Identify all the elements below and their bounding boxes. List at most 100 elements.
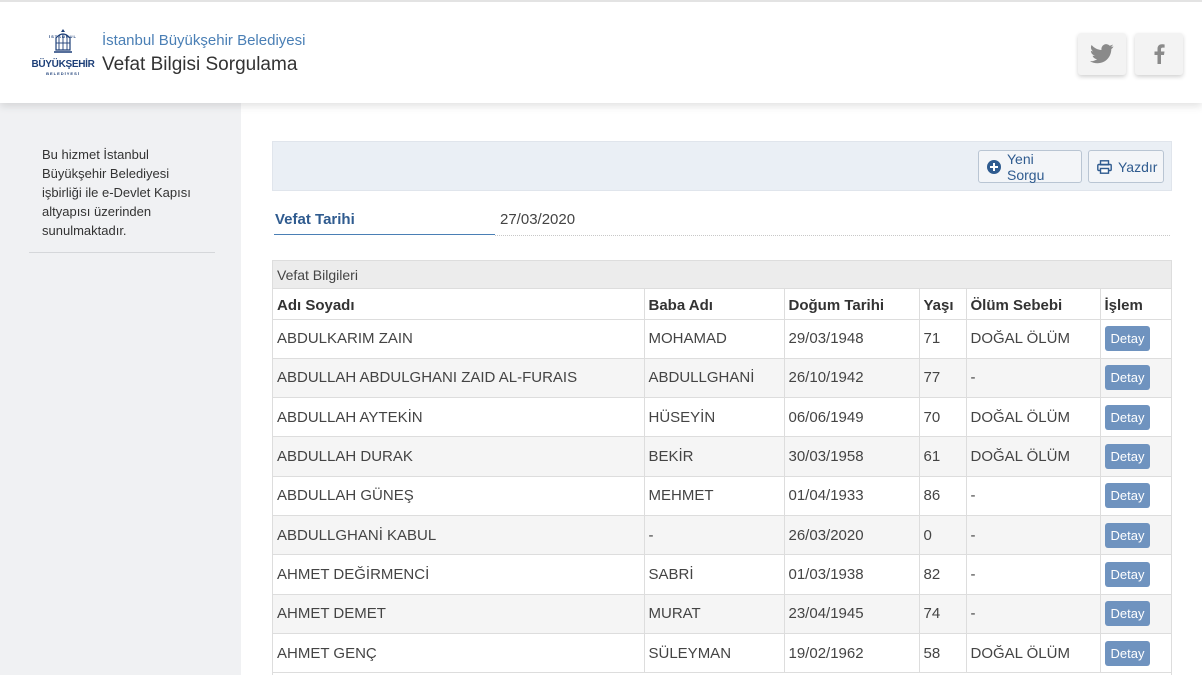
cell-name: AHMET DEMET xyxy=(273,594,645,634)
twitter-share-button[interactable] xyxy=(1078,33,1126,75)
cell-birth-date: 19/02/1962 xyxy=(784,633,920,674)
cell-cause: DOĞAL ÖLÜM xyxy=(966,633,1101,674)
detail-button[interactable]: Detay xyxy=(1104,326,1151,352)
cell-name: ABDULLAH ABDULGHANI ZAID AL-FURAIS xyxy=(273,358,645,399)
cell-cause: - xyxy=(966,515,1101,556)
detail-button[interactable]: Detay xyxy=(1104,561,1151,587)
cell-age: 74 xyxy=(919,594,967,634)
cell-name: ABDULLGHANİ KABUL xyxy=(273,515,645,556)
cell-age: 70 xyxy=(919,397,967,438)
cell-birth-date: 01/04/1933 xyxy=(784,476,920,516)
detail-button[interactable]: Detay xyxy=(1104,483,1151,509)
cell-cause: - xyxy=(966,358,1101,399)
organization-name: İstanbul Büyükşehir Belediyesi xyxy=(102,32,306,49)
cell-name: ABDULLAH GÜNEŞ xyxy=(273,476,645,516)
cell-birth-date: 26/03/2020 xyxy=(784,515,920,556)
cell-birth-date: 26/10/1942 xyxy=(784,358,920,399)
column-header-cause[interactable]: Ölüm Sebebi xyxy=(966,289,1101,320)
cell-cause: - xyxy=(966,594,1101,634)
cell-birth-date: 01/03/1938 xyxy=(784,554,920,595)
print-label: Yazdır xyxy=(1118,158,1158,175)
service-notice: Bu hizmet İstanbul Büyükşehir Belediyesi… xyxy=(42,147,191,238)
cell-cause: DOĞAL ÖLÜM xyxy=(966,436,1101,477)
main-content: Yeni Sorgu Yazdır Vefat Tarihi 27/03/202… xyxy=(241,103,1202,675)
logo-main-text: BÜYÜKŞEHİR xyxy=(31,59,95,70)
cell-age: 58 xyxy=(919,633,967,674)
new-query-label: Yeni Sorgu xyxy=(1007,150,1045,183)
cell-cause: - xyxy=(966,554,1101,595)
cell-name: ABDULLAH DURAK xyxy=(273,436,645,477)
table-row: ABDULLAH ABDULGHANI ZAID AL-FURAIS ABDUL… xyxy=(273,358,1171,399)
facebook-icon xyxy=(1154,44,1165,64)
printer-icon xyxy=(1097,159,1112,174)
cell-cause: DOĞAL ÖLÜM xyxy=(966,397,1101,438)
new-query-button[interactable]: Yeni Sorgu xyxy=(978,150,1082,183)
death-records-panel: Vefat Bilgileri Adı Soyadı Baba Adı Doğu… xyxy=(272,260,1172,675)
cell-father: SÜLEYMAN xyxy=(644,633,785,674)
cell-name: AHMET DEĞİRMENCİ xyxy=(273,554,645,595)
detail-button[interactable]: Detay xyxy=(1104,404,1151,430)
cell-name: AHMET GENÇ xyxy=(273,633,645,674)
cell-father: SABRİ xyxy=(644,554,785,595)
cell-action: Detay xyxy=(1100,397,1171,438)
table-row: AHMET GENÇ SÜLEYMAN 19/02/1962 58 DOĞAL … xyxy=(273,633,1171,674)
table-row: ABDULLGHANİ KABUL - 26/03/2020 0 - Detay xyxy=(273,515,1171,556)
column-header-father[interactable]: Baba Adı xyxy=(644,289,785,320)
cell-name: ABDULLAH AYTEKİN xyxy=(273,397,645,438)
cell-father: MEHMET xyxy=(644,476,785,516)
site-header: İSTANBUL BÜYÜKŞEHİR BELEDİYESİ İstanbul … xyxy=(0,0,1202,103)
print-button[interactable]: Yazdır xyxy=(1088,150,1164,183)
table-header-row: Adı Soyadı Baba Adı Doğum Tarihi Yaşı Öl… xyxy=(273,289,1171,320)
sidebar-divider xyxy=(29,252,215,253)
cell-father: HÜSEYİN xyxy=(644,397,785,438)
detail-button[interactable]: Detay xyxy=(1104,640,1151,666)
cell-age: 61 xyxy=(919,436,967,477)
twitter-icon xyxy=(1090,44,1114,64)
column-header-age[interactable]: Yaşı xyxy=(919,289,967,320)
death-date-divider xyxy=(495,235,1170,236)
cell-age: 0 xyxy=(919,515,967,556)
cell-action: Detay xyxy=(1100,515,1171,556)
cell-action: Detay xyxy=(1100,554,1171,595)
cell-action: Detay xyxy=(1100,633,1171,674)
cell-name: ABDULKARIM ZAIN xyxy=(273,319,645,359)
cell-age: 86 xyxy=(919,476,967,516)
column-header-action: İşlem xyxy=(1100,289,1171,320)
column-header-name[interactable]: Adı Soyadı xyxy=(273,289,645,320)
death-date-value: 27/03/2020 xyxy=(500,211,576,228)
death-records-table: Adı Soyadı Baba Adı Doğum Tarihi Yaşı Öl… xyxy=(273,289,1171,674)
detail-button[interactable]: Detay xyxy=(1104,601,1151,627)
table-row: ABDULLAH AYTEKİN HÜSEYİN 06/06/1949 70 D… xyxy=(273,397,1171,438)
detail-button[interactable]: Detay xyxy=(1104,365,1151,391)
table-row: AHMET DEMET MURAT 23/04/1945 74 - Detay xyxy=(273,594,1171,634)
logo-sub-text: BELEDİYESİ xyxy=(46,71,80,76)
cell-age: 71 xyxy=(919,319,967,359)
table-row: AHMET DEĞİRMENCİ SABRİ 01/03/1938 82 - D… xyxy=(273,554,1171,595)
death-date-label: Vefat Tarihi xyxy=(275,211,355,228)
table-row: ABDULKARIM ZAIN MOHAMAD 29/03/1948 71 DO… xyxy=(273,319,1171,359)
plus-circle-icon xyxy=(987,159,1001,174)
column-header-birth-date[interactable]: Doğum Tarihi xyxy=(784,289,920,320)
cell-cause: - xyxy=(966,476,1101,516)
detail-button[interactable]: Detay xyxy=(1104,444,1151,470)
cell-age: 82 xyxy=(919,554,967,595)
cell-action: Detay xyxy=(1100,476,1171,516)
detail-button[interactable]: Detay xyxy=(1104,522,1151,548)
ibb-logo[interactable]: İSTANBUL BÜYÜKŞEHİR BELEDİYESİ xyxy=(30,28,96,80)
cell-action: Detay xyxy=(1100,358,1171,399)
cell-birth-date: 30/03/1958 xyxy=(784,436,920,477)
action-toolbar: Yeni Sorgu Yazdır xyxy=(272,141,1172,191)
death-date-label-underline xyxy=(274,234,495,235)
cell-cause: DOĞAL ÖLÜM xyxy=(966,319,1101,359)
cell-birth-date: 06/06/1949 xyxy=(784,397,920,438)
cell-birth-date: 29/03/1948 xyxy=(784,319,920,359)
page-title: Vefat Bilgisi Sorgulama xyxy=(102,54,298,75)
facebook-share-button[interactable] xyxy=(1135,33,1183,75)
table-row: ABDULLAH DURAK BEKİR 30/03/1958 61 DOĞAL… xyxy=(273,436,1171,477)
panel-caption: Vefat Bilgileri xyxy=(273,261,1171,289)
cell-father: - xyxy=(644,515,785,556)
cell-father: ABDULLGHANİ xyxy=(644,358,785,399)
cell-birth-date: 23/04/1945 xyxy=(784,594,920,634)
table-row: ABDULLAH GÜNEŞ MEHMET 01/04/1933 86 - De… xyxy=(273,476,1171,516)
cell-father: MURAT xyxy=(644,594,785,634)
